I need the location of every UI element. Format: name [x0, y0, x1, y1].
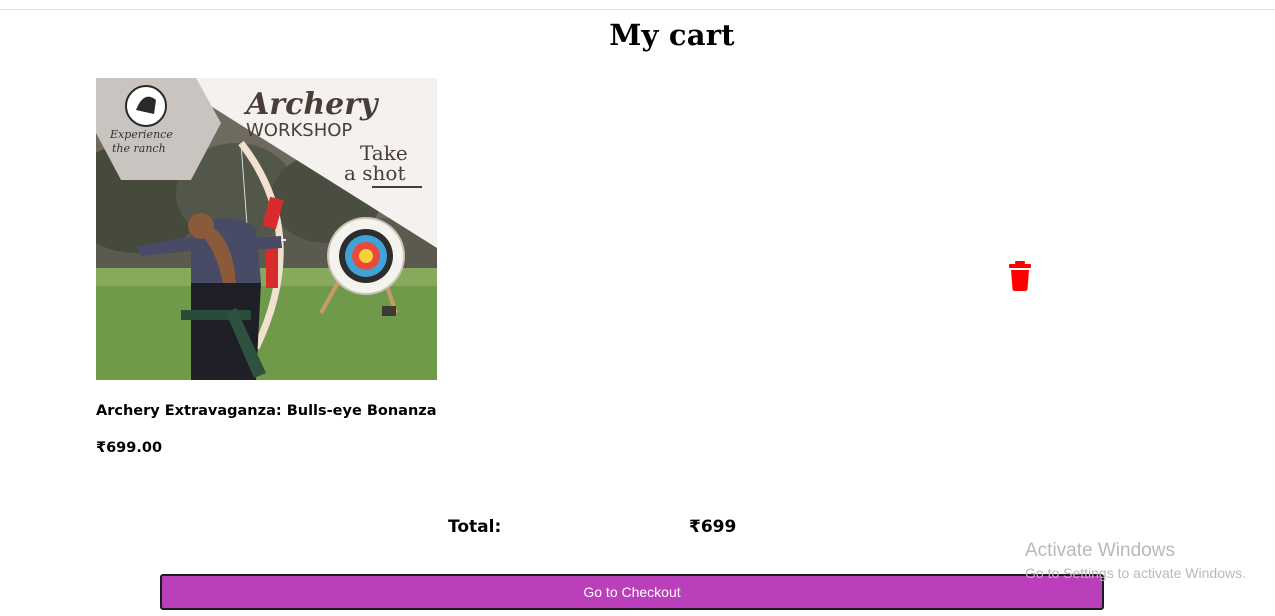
svg-text:Archery: Archery [243, 87, 380, 122]
watermark-title: Activate Windows [1025, 540, 1175, 561]
svg-text:WORKSHOP: WORKSHOP [246, 120, 352, 141]
svg-text:the ranch: the ranch [112, 142, 166, 155]
trash-icon [1009, 261, 1031, 291]
top-divider [0, 9, 1275, 10]
product-image: Experience the ranch Archery WORKSHOP Ta… [96, 78, 437, 380]
total-value: ₹699 [689, 517, 737, 537]
svg-text:a shot: a shot [344, 161, 406, 185]
delete-item-button[interactable] [1008, 261, 1032, 291]
product-price: ₹699.00 [96, 440, 163, 456]
product-name: Archery Extravaganza: Bulls-eye Bonanza [96, 403, 437, 419]
cart-item: Experience the ranch Archery WORKSHOP Ta… [96, 78, 1056, 468]
svg-text:Experience: Experience [109, 128, 173, 141]
total-label: Total: [448, 517, 502, 537]
checkout-button[interactable]: Go to Checkout [160, 574, 1104, 610]
page-title: My cart [609, 18, 735, 52]
